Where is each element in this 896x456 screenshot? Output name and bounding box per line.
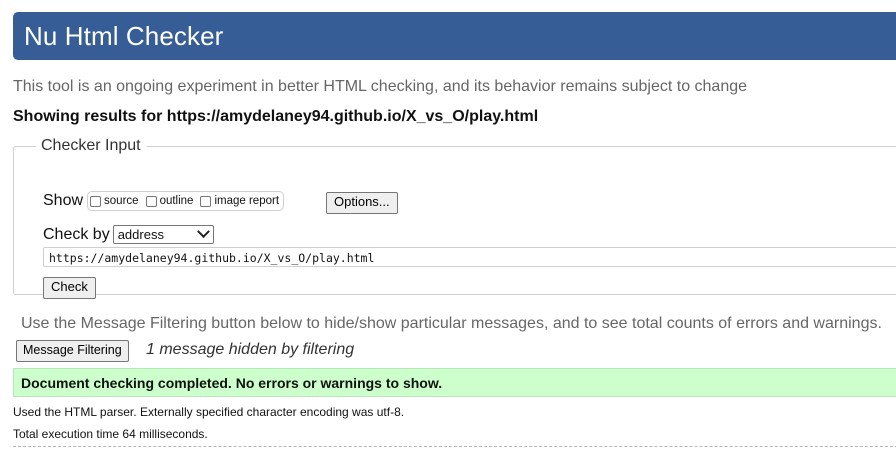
source-label: source: [104, 195, 139, 207]
show-label: Show: [43, 192, 84, 209]
tool-description: This tool is an ongoing experiment in be…: [13, 78, 748, 95]
check-button[interactable]: Check: [43, 277, 96, 299]
outline-checkbox[interactable]: [145, 195, 157, 207]
outline-label: outline: [159, 195, 194, 207]
source-checkbox[interactable]: [90, 195, 102, 207]
check-by-row: Check by address: [43, 225, 214, 244]
chevron-down-icon: [196, 225, 210, 239]
execution-time: Total execution time 64 milliseconds.: [13, 427, 208, 441]
show-options-group: source outline image report: [87, 191, 285, 211]
message-filtering-button[interactable]: Message Filtering: [16, 340, 129, 362]
check-by-value: address: [117, 227, 164, 242]
divider: [13, 446, 896, 447]
page-title: Nu Html Checker: [24, 21, 224, 51]
show-outline-toggle[interactable]: outline: [145, 195, 194, 207]
checker-input-legend: Checker Input: [41, 137, 141, 154]
success-message: Document checking completed. No errors o…: [21, 375, 443, 391]
checker-input-panel: Checker Input Show source outline image …: [13, 137, 896, 299]
filtering-note: Use the Message Filtering button below t…: [21, 315, 882, 332]
hidden-messages-count: 1 message hidden by filtering: [146, 341, 355, 358]
image-report-checkbox[interactable]: [200, 195, 212, 207]
success-banner: Document checking completed. No errors o…: [13, 368, 896, 397]
results-heading: Showing results for https://amydelaney94…: [13, 108, 539, 125]
image-report-label: image report: [214, 195, 280, 207]
check-by-label: Check by: [43, 225, 110, 243]
show-source-toggle[interactable]: source: [90, 195, 139, 207]
check-by-select[interactable]: address: [112, 225, 214, 244]
page-header: Nu Html Checker: [13, 12, 896, 60]
options-button[interactable]: Options...: [326, 192, 398, 214]
parser-note: Used the HTML parser. Externally specifi…: [13, 405, 405, 419]
url-input[interactable]: https://amydelaney94.github.io/X_vs_O/pl…: [43, 247, 896, 267]
show-image-report-toggle[interactable]: image report: [200, 195, 279, 207]
show-row: Show source outline image report: [43, 191, 285, 211]
